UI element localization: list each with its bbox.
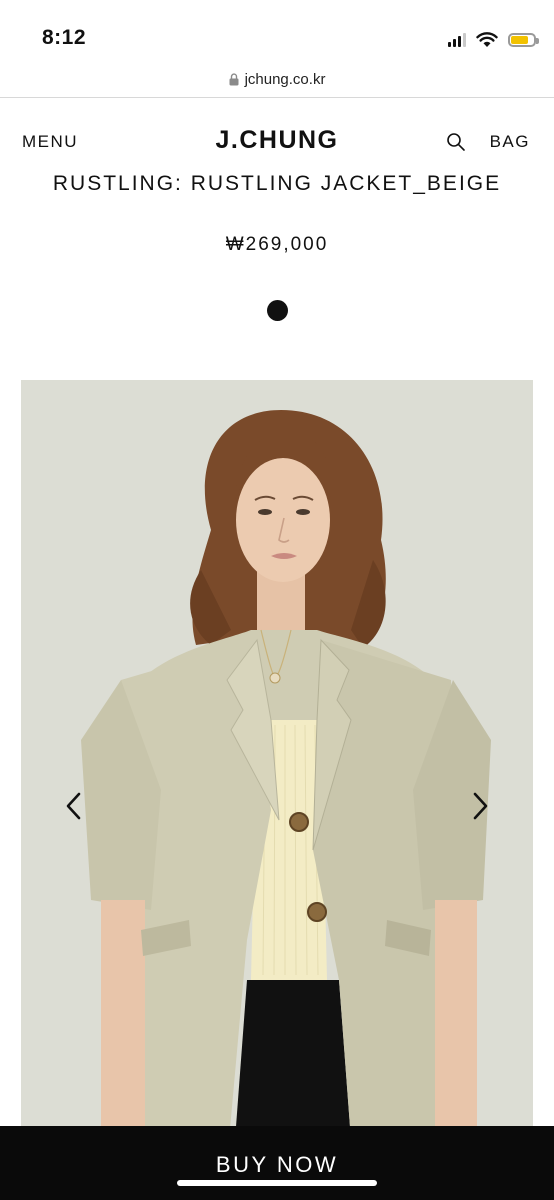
bag-button[interactable]: BAG	[490, 132, 530, 152]
chevron-left-icon[interactable]	[60, 786, 90, 826]
chevron-right-icon[interactable]	[466, 786, 496, 826]
buy-now-button[interactable]: BUY NOW	[0, 1126, 554, 1200]
url-text: jchung.co.kr	[244, 71, 326, 88]
signal-icon	[448, 33, 466, 47]
site-logo[interactable]: J.CHUNG	[0, 126, 554, 155]
status-time: 8:12	[42, 26, 87, 49]
status-bar: 8:12	[0, 0, 554, 62]
color-swatch[interactable]	[267, 300, 288, 321]
battery-level	[511, 36, 529, 44]
product-page: 8:12 jchung.co.kr MENU J.CHUNG BAG RUSTL…	[0, 0, 554, 1200]
search-icon[interactable]	[446, 132, 466, 152]
lock-icon	[229, 73, 239, 86]
address-bar[interactable]: jchung.co.kr	[0, 62, 554, 98]
battery-icon	[508, 33, 539, 47]
home-indicator	[177, 1180, 377, 1186]
wifi-icon	[476, 32, 498, 47]
product-image[interactable]	[21, 380, 533, 1140]
product-title: RUSTLING: RUSTLING JACKET_BEIGE	[52, 172, 502, 195]
model-illustration	[21, 380, 533, 1140]
status-icons	[448, 30, 539, 50]
buy-now-label: BUY NOW	[215, 1152, 339, 1177]
site-header: MENU J.CHUNG BAG	[0, 120, 554, 164]
product-price: ₩269,000	[225, 234, 329, 255]
